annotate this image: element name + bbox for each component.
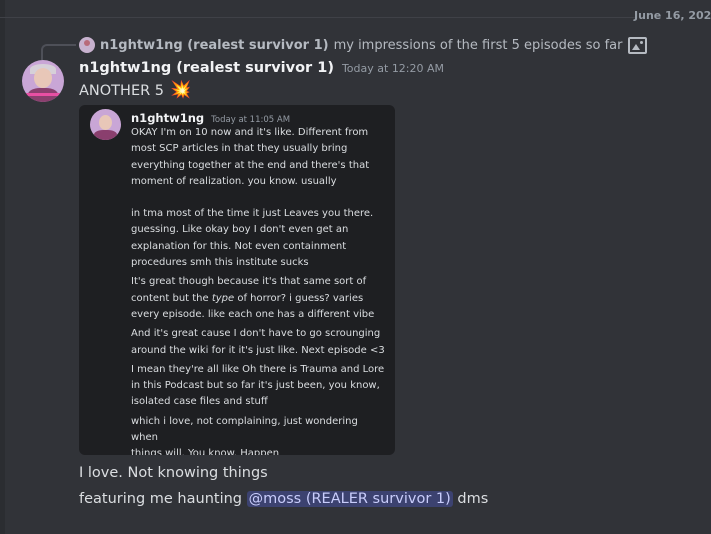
embed-line: every episode. like each one has a diffe… [131,308,375,320]
divider-date: June 16, 2024 [634,9,711,22]
line3-prefix: featuring me haunting [79,491,242,507]
embed-line: things will. You know. Happen [131,448,280,455]
embed-line: guessing. Like okay boy I don't even get… [131,224,349,236]
embed-paragraph: in tma most of the time it just Leaves y… [131,206,386,271]
embed-line: And it's great cause I don't have to go … [131,328,381,340]
embed-line: most SCP articles in that they usually b… [131,143,348,155]
embed-paragraph: And it's great cause I don't have to go … [131,326,386,359]
embed-avatar [90,109,121,140]
embed-line: content but the type of horror? i guess?… [131,292,364,304]
embed-line: I mean they're all like Oh there is Trau… [131,363,385,375]
embed-line: isolated case files and stuff [131,396,268,408]
reply-connector [41,44,76,60]
collision-emoji: 💥 [170,80,192,100]
embed-paragraph: OKAY I'm on 10 now and it's like. Differ… [131,125,386,190]
embed-line: It's great though because it's that same… [131,276,367,288]
embed-line: which i love, not complaining, just wond… [131,415,358,444]
user-mention[interactable]: @moss (REALER survivor 1) [246,491,453,507]
reply-avatar[interactable] [79,37,95,53]
forwarded-image-embed[interactable]: n1ghtw1ng Today at 11:05 AM OKAY I'm on … [79,105,395,455]
message-line-1: ANOTHER 5 💥 [79,82,191,99]
avatar[interactable] [22,60,64,102]
embed-line: in tma most of the time it just Leaves y… [131,208,374,220]
embed-line: explanation for this. Not even containme… [131,240,347,252]
italic-word: type [211,292,235,304]
message-author[interactable]: n1ghtw1ng (realest survivor 1) [79,60,334,76]
embed-body: OKAY I'm on 10 now and it's like. Differ… [131,125,386,455]
embed-timestamp: Today at 11:05 AM [211,115,291,125]
embed-line: around the wiki for it it's just like. N… [131,344,385,356]
embed-line: procedures smh this institute sucks [131,257,309,269]
divider-line [0,17,636,18]
message-header: n1ghtw1ng (realest survivor 1) Today at … [79,60,444,76]
reply-reference[interactable]: n1ghtw1ng (realest survivor 1) my impres… [79,36,648,54]
line3-suffix: dms [457,491,489,507]
embed-header: n1ghtw1ng Today at 11:05 AM [131,111,290,125]
embed-paragraph: I mean they're all like Oh there is Trau… [131,362,386,411]
message-timestamp[interactable]: Today at 12:20 AM [342,62,444,75]
message-line-3: featuring me haunting @moss (REALER surv… [79,491,488,507]
embed-line: everything together at the end and there… [131,159,370,171]
reply-text[interactable]: my impressions of the first 5 episodes s… [334,38,623,53]
embed-line: in this Podcast but so far it's just bee… [131,380,380,392]
embed-line: OKAY I'm on 10 now and it's like. Differ… [131,127,369,138]
message-line1-text: ANOTHER 5 [79,82,165,99]
embed-line: moment of realization. you know. usually [131,175,337,187]
embed-paragraph: It's great though because it's that same… [131,274,386,323]
message-line-2: I love. Not knowing things [79,465,268,481]
embed-author: n1ghtw1ng [131,111,205,125]
date-divider: June 16, 2024 [0,9,711,24]
left-scroll-strip [0,0,5,534]
image-icon [628,36,648,54]
embed-paragraph: which i love, not complaining, just wond… [131,414,386,455]
reply-author[interactable]: n1ghtw1ng (realest survivor 1) [100,38,329,53]
